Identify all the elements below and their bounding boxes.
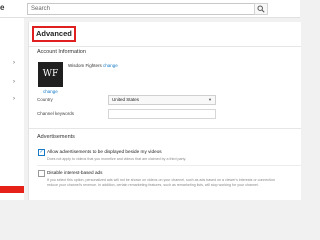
disable-interest-ads-description-2: reduce your channel's revenue. In additi… [47,183,259,187]
channel-keywords-label: Channel keywords [37,111,75,116]
disable-interest-ads-checkbox[interactable] [38,170,45,177]
divider [29,128,301,129]
channel-name-text: Wisdom Fighters [68,63,102,68]
search-icon [257,5,265,13]
section-title-account: Account Information [37,49,86,55]
divider [37,165,301,166]
disable-interest-ads-description-1: If you select this option, personalized … [47,178,276,182]
country-label: Country [37,97,53,102]
change-name-link[interactable]: change [103,63,118,68]
search-button[interactable] [254,3,268,15]
disable-interest-ads-label: Disable interest-based ads [47,170,103,175]
logo[interactable]: e [0,3,4,12]
country-select[interactable]: United States ▼ [108,95,216,105]
change-avatar-link[interactable]: change [43,89,58,94]
channel-name: Wisdom Fighters change [68,63,118,68]
sidebar-chevron-icon[interactable]: › [13,79,15,85]
divider [29,46,301,47]
chevron-down-icon: ▼ [208,97,212,102]
allow-ads-description: Does not apply to videos that you moneti… [47,157,187,161]
settings-panel: Advanced Account Information WF Wisdom F… [28,22,301,200]
channel-keywords-input[interactable] [108,109,216,119]
allow-ads-checkbox[interactable]: ✓ [38,149,45,156]
sidebar-item-active[interactable] [0,186,24,193]
allow-ads-label: Allow advertisements to be displayed bes… [47,149,162,154]
sidebar-chevron-icon[interactable]: › [13,60,15,66]
avatar: WF [38,62,63,87]
search-input[interactable]: Search [27,3,256,15]
page-title: Advanced [36,29,72,38]
country-value: United States [112,97,140,102]
top-bar: e Search [0,0,300,18]
sidebar-chevron-icon[interactable]: › [13,96,15,102]
section-title-ads: Advertisements [37,134,75,140]
sidebar: › › › [0,18,24,200]
